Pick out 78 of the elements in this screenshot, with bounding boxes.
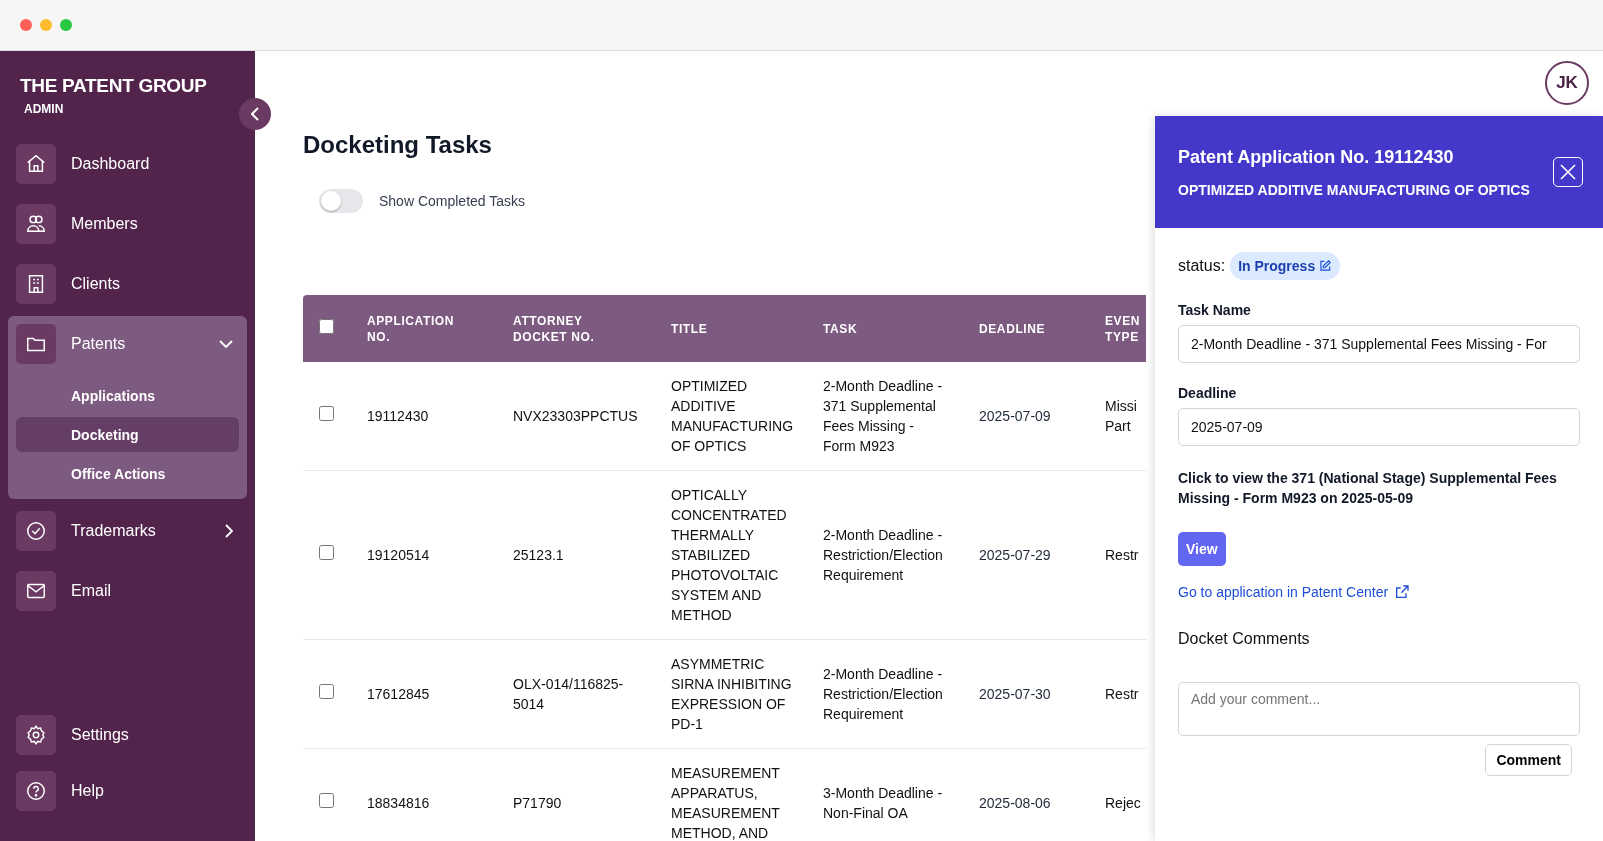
close-button[interactable]: [1553, 157, 1583, 187]
edit-icon: [1318, 259, 1333, 273]
table-cell: MEASUREMENT APPARATUS, MEASUREMENT METHOD, AND: [671, 765, 780, 841]
column-header: EVEN TYPE: [1105, 313, 1141, 344]
nav-item[interactable]: Email: [8, 571, 247, 611]
field-label: Deadline: [1178, 385, 1238, 401]
row-checkbox[interactable]: [319, 545, 334, 560]
table-cell: 18834816: [367, 795, 430, 811]
nav-item[interactable]: Trademarks: [8, 511, 247, 551]
table-cell: NVX23303PPCTUS: [513, 408, 638, 424]
row-checkbox[interactable]: [319, 793, 334, 808]
text-field[interactable]: 2025-07-09: [1178, 408, 1580, 446]
settings-icon: [25, 724, 47, 746]
table-cell: OLX-014/116825-5014: [513, 676, 624, 712]
external-link-icon: [1394, 584, 1411, 600]
table-cell: 2-Month Deadline - Restriction/Election Requirement: [823, 527, 943, 583]
select-all-checkbox[interactable]: [319, 319, 334, 334]
row-checkbox[interactable]: [319, 684, 334, 699]
nav-item[interactable]: Patents: [8, 324, 247, 364]
nav-subitem[interactable]: Applications: [16, 378, 239, 413]
nav-item[interactable]: Members: [8, 204, 247, 244]
table-cell: 2025-07-09: [979, 408, 1051, 424]
close-icon: [1560, 164, 1576, 180]
table-cell: 3-Month Deadline - Non-Final OA: [823, 785, 943, 821]
page-title: Docketing Tasks: [303, 131, 492, 159]
field-label: Task Name: [1178, 302, 1252, 318]
column-header: TASK: [823, 321, 858, 336]
brand-name: THE PATENT GROUP: [19, 75, 208, 97]
panel-title: Patent Application No. 19112430: [1178, 146, 1455, 168]
toggle-label: Show Completed Tasks: [379, 193, 526, 209]
comments-heading: Docket Comments: [1178, 630, 1311, 648]
column-header: APPLICATION NO.: [367, 313, 455, 344]
table-cell: ASYMMETRIC SIRNA INHIBITING EXPRESSION OF PD-1: [671, 656, 792, 732]
column-header: ATTORNEY DOCKET NO.: [513, 313, 595, 344]
comment-button[interactable]: Comment: [1485, 744, 1572, 776]
table-cell: 2-Month Deadline - Restriction/Election Requirement: [823, 666, 943, 722]
nav-item[interactable]: Clients: [8, 264, 247, 304]
table-cell: 2025-07-29: [979, 547, 1051, 563]
table-cell: Restr: [1105, 686, 1139, 702]
comment-field[interactable]: Add your comment...: [1178, 682, 1580, 736]
nav-subitem[interactable]: Docketing: [16, 417, 239, 452]
task-note: Click to view the 371 (National Stage) Supplemental Fees Missing - Form M923 on 2025-05-09: [1178, 469, 1558, 508]
people-icon: [25, 213, 47, 235]
text-field[interactable]: 2-Month Deadline - 371 Supplemental Fees Missing - For: [1178, 325, 1580, 363]
help-icon: [25, 780, 47, 802]
close-window-button[interactable]: [20, 19, 32, 31]
collapse-sidebar-button[interactable]: [239, 98, 271, 130]
table-cell: OPTIMIZED ADDITIVE MANUFACTURING OF OPTICS: [671, 378, 794, 454]
check-circle-icon: [25, 520, 47, 542]
table-cell: Missi Part: [1105, 398, 1137, 434]
table-cell: 25123.1: [513, 547, 564, 563]
table-cell: 17612845: [367, 686, 430, 702]
table-cell: P71790: [513, 795, 562, 811]
panel-subtitle: OPTIMIZED ADDITIVE MANUFACTURING OF OPTICS: [1178, 181, 1530, 198]
table-cell: 19112430: [367, 408, 429, 424]
nav-item[interactable]: Dashboard: [8, 144, 247, 184]
chevron-left-icon: [251, 107, 259, 121]
table-cell: 2-Month Deadline - 371 Supplemental Fees Missing - Form M923: [823, 378, 943, 454]
patent-center-link[interactable]: Go to application in Patent Center: [1178, 584, 1411, 600]
status-label: status:: [1178, 257, 1226, 275]
user-avatar[interactable]: JK: [1545, 61, 1589, 105]
nav-item[interactable]: Help: [8, 771, 247, 811]
row-checkbox[interactable]: [319, 406, 334, 421]
user-role: ADMIN: [23, 102, 65, 116]
table-cell: 2025-08-06: [979, 795, 1051, 811]
table-cell: Restr: [1105, 547, 1139, 563]
toggle-switch[interactable]: [319, 189, 363, 213]
nav-item[interactable]: Settings: [8, 715, 247, 755]
table-cell: OPTICALLY CONCENTRATED THERMALLY STABILIZED PHOTOVOLTAIC SYSTEM AND METHOD: [671, 487, 787, 623]
status-badge[interactable]: In Progress: [1230, 252, 1341, 280]
column-header: TITLE: [671, 321, 708, 336]
table-cell: Rejec: [1105, 795, 1141, 811]
column-header: DEADLINE: [979, 321, 1046, 336]
table-cell: 19120514: [367, 547, 430, 563]
house-icon: [25, 153, 47, 175]
view-button[interactable]: View: [1178, 532, 1226, 566]
nav-subitem[interactable]: Office Actions: [16, 456, 239, 491]
table-cell: 2025-07-30: [979, 686, 1051, 702]
